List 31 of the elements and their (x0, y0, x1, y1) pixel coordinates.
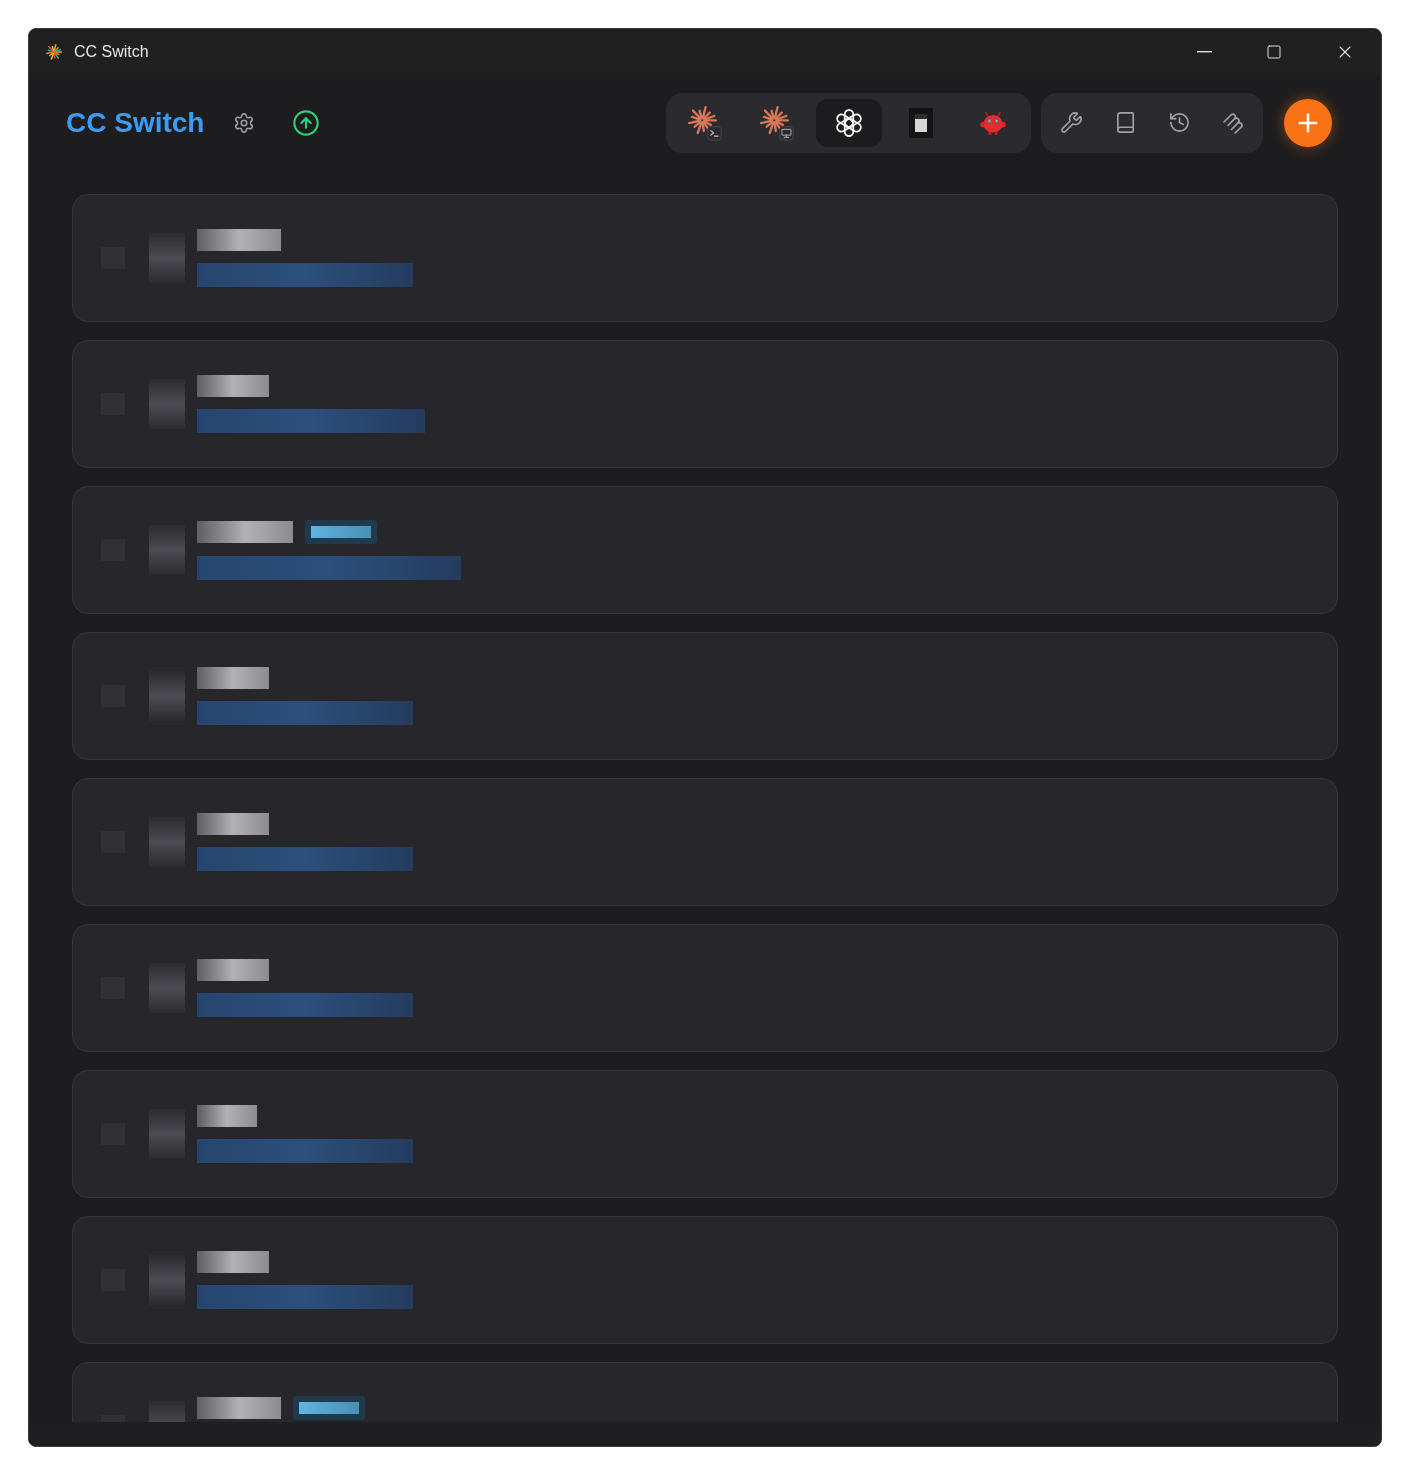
burst-terminal-icon (687, 104, 723, 141)
blurred-icon (149, 817, 185, 867)
burst-icon (45, 42, 63, 61)
add-button[interactable] (1284, 98, 1332, 147)
wrench-icon (1059, 111, 1083, 134)
blurred-icon (149, 233, 185, 283)
history-icon (1167, 111, 1191, 134)
blurred-name (197, 1251, 269, 1273)
spring-icon (1221, 110, 1245, 135)
blurred-icon (149, 379, 185, 429)
arrow-up-circle-icon (292, 108, 321, 137)
app-title: CC Switch (66, 108, 205, 137)
blurred-name (197, 375, 269, 397)
blurred-icon (149, 1255, 185, 1305)
blurred-name (197, 1105, 257, 1127)
blurred-icon (149, 1109, 185, 1159)
settings-icon (233, 111, 256, 134)
burst-monitor-icon (759, 104, 795, 141)
blurred-name (197, 813, 269, 835)
blurred-icon (149, 525, 185, 575)
update-button[interactable] (291, 107, 322, 138)
minimize-icon (1196, 50, 1212, 53)
window-title: CC Switch (74, 41, 149, 62)
app-tab[interactable] (816, 98, 882, 147)
blurred-icon (149, 963, 185, 1013)
square-icon (909, 107, 933, 138)
blurred-name (197, 667, 269, 689)
maximize-icon (1266, 43, 1282, 60)
knot-icon (834, 107, 864, 138)
blurred-icon (149, 671, 185, 721)
blurred-name (197, 959, 269, 981)
